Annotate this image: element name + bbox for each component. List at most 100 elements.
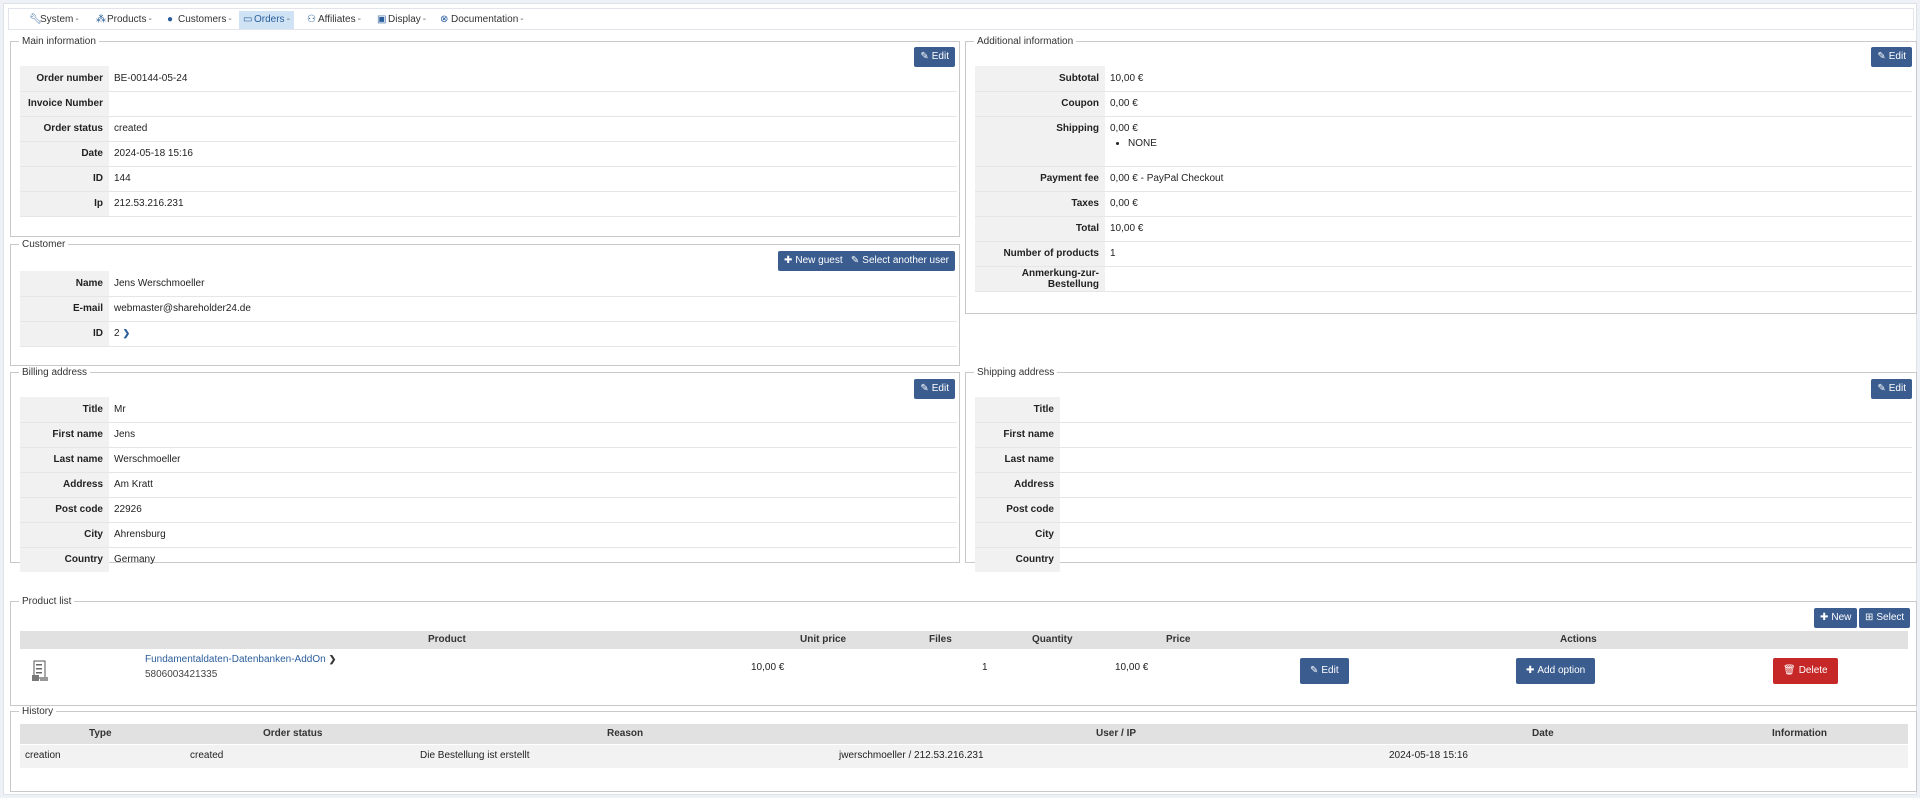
- row-key: Subtotal: [975, 66, 1105, 92]
- button-label: Delete: [1798, 665, 1828, 676]
- select-another-user-button[interactable]: ✎ Select another user: [844, 251, 955, 271]
- panel-title: Product list: [19, 596, 75, 608]
- credit-card-icon: ▭: [243, 14, 253, 25]
- select-product-button[interactable]: ⊞ Select: [1859, 608, 1911, 628]
- caret-icon: -: [422, 14, 427, 25]
- history-date: 2024-05-18 15:16: [1389, 750, 1468, 761]
- column-header-files: Files: [929, 634, 952, 645]
- panel-title: Shipping address: [974, 367, 1058, 379]
- nav-item-system[interactable]: 🔧︎System -: [25, 11, 83, 29]
- row-key: City: [975, 522, 1060, 548]
- row-value: [1060, 547, 1912, 572]
- history-order-status: created: [190, 750, 224, 761]
- row-value: 2024-05-18 15:16: [109, 141, 957, 167]
- user-icon: ●: [167, 14, 174, 25]
- add-option-button[interactable]: ✚ Add option: [1516, 658, 1596, 684]
- edit-product-button[interactable]: ✎ Edit: [1300, 658, 1349, 684]
- table-row: Post code: [975, 497, 1912, 523]
- main-information-panel: Main information ✎ Edit Order number BE-00…: [10, 36, 960, 237]
- table-row: Order status created: [20, 116, 957, 142]
- coupon-value: 0,00 €: [1105, 91, 1912, 117]
- delete-product-button[interactable]: 🗑︎ Delete: [1773, 658, 1838, 684]
- button-label: Select another user: [862, 255, 949, 266]
- edit-shipping-address-button[interactable]: ✎ Edit: [1871, 379, 1912, 399]
- wrench-icon: 🔧︎: [29, 14, 42, 25]
- row-key: Coupon: [975, 91, 1105, 117]
- new-product-button[interactable]: ✚ New: [1814, 608, 1858, 628]
- row-key: Total: [975, 216, 1105, 242]
- quantity-value: 1: [982, 662, 988, 673]
- product-link[interactable]: Fundamentaldaten-Datenbanken-AddOn ❯: [145, 654, 336, 665]
- row-key: Payment fee: [975, 166, 1105, 192]
- row-key: ID: [20, 321, 109, 347]
- row-key: Country: [20, 547, 109, 572]
- column-header-reason: Reason: [607, 728, 644, 739]
- panel-title: Customer: [19, 239, 69, 251]
- button-label: Edit: [1888, 51, 1906, 62]
- nav-item-orders[interactable]: ▭ Orders -: [239, 11, 294, 29]
- panel-title: Billing address: [19, 367, 91, 379]
- button-label: Select: [1876, 612, 1905, 623]
- customer-id-cell: 2 ❯: [109, 321, 957, 347]
- new-guest-button[interactable]: ✚ New guest: [778, 251, 849, 271]
- customer-panel: Customer ✚ New guest ✎ Select another user…: [10, 239, 960, 366]
- row-key: Invoice Number: [20, 91, 109, 117]
- column-header-actions: Actions: [1560, 634, 1597, 645]
- table-row: Invoice Number: [20, 91, 957, 117]
- nav-item-documentation[interactable]: ⊗ Documentation -: [436, 11, 528, 29]
- number-of-products-value: 1: [1105, 241, 1912, 267]
- product-list-panel: Product list ✚ New ⊞ Select Product Unit p…: [10, 596, 1917, 706]
- shipping-value: 0,00 €: [1110, 122, 1138, 134]
- chevron-right-icon[interactable]: ❯: [123, 328, 131, 338]
- column-header-date: Date: [1532, 728, 1554, 739]
- pencil-icon: ✎: [1877, 383, 1886, 394]
- pencil-icon: ✎: [850, 255, 860, 266]
- button-label: New guest: [795, 255, 843, 266]
- row-key: Address: [975, 472, 1060, 498]
- row-key: Last name: [20, 447, 109, 473]
- nav-item-label: Affiliates: [318, 14, 356, 25]
- table-row: Address Am Kratt: [20, 472, 957, 498]
- customer-name: Jens Werschmoeller: [109, 271, 957, 297]
- row-key: First name: [20, 422, 109, 448]
- row-key: ID: [20, 166, 109, 192]
- panel-title: Additional information: [974, 36, 1077, 48]
- row-key: E-mail: [20, 296, 109, 322]
- edit-billing-address-button[interactable]: ✎ Edit: [914, 379, 955, 399]
- row-value: BE-00144-05-24: [109, 66, 957, 92]
- edit-additional-info-button[interactable]: ✎ Edit: [1871, 47, 1912, 67]
- page: 🔧︎System - ⁂Products - ● Customers - ▭ Orders…: [3, 3, 1917, 795]
- nav-item-affiliates[interactable]: ⚇ Affiliates -: [303, 11, 365, 29]
- payment-fee-value: 0,00 € - PayPal Checkout: [1105, 166, 1912, 192]
- nav-item-customers[interactable]: ● Customers -: [163, 11, 236, 29]
- nav-item-label: System: [40, 14, 74, 25]
- row-key: Title: [20, 397, 109, 423]
- column-header-information: Information: [1772, 728, 1827, 739]
- table-row: Order number BE-00144-05-24: [20, 66, 957, 92]
- row-value: created: [109, 116, 957, 142]
- row-key: First name: [975, 422, 1060, 448]
- nav-item-label: Orders: [254, 14, 285, 25]
- history-table-header: Type Order status Reason User / IP Date …: [20, 724, 1908, 744]
- table-row: Address: [975, 472, 1912, 498]
- chevron-right-icon: ❯: [328, 654, 337, 664]
- edit-main-info-button[interactable]: ✎ Edit: [914, 47, 955, 67]
- shipping-method: NONE: [1128, 138, 1912, 149]
- table-row: E-mail webmaster@shareholder24.de: [20, 296, 957, 322]
- row-key: City: [20, 522, 109, 548]
- row-key: Shipping: [975, 116, 1105, 167]
- row-value: Ahrensburg: [109, 522, 957, 548]
- table-row: Title Mr: [20, 397, 957, 423]
- nav-item-label: Display: [388, 14, 421, 25]
- row-key: Order status: [20, 116, 109, 142]
- row-key: Last name: [975, 447, 1060, 473]
- support-icon: ⊗: [440, 14, 449, 25]
- nav-item-products[interactable]: ⁂Products -: [92, 11, 156, 29]
- table-row: First name: [975, 422, 1912, 448]
- nav-item-display[interactable]: ▣ Display -: [373, 11, 430, 29]
- billing-address-panel: Billing address ✎ Edit Title Mr First name…: [10, 367, 960, 572]
- shipping-address-panel: Shipping address ✎ Edit Title First name …: [965, 367, 1917, 572]
- product-thumbnail: [32, 660, 48, 682]
- caret-icon: -: [75, 14, 79, 25]
- cubes-icon: ⁂: [96, 14, 106, 25]
